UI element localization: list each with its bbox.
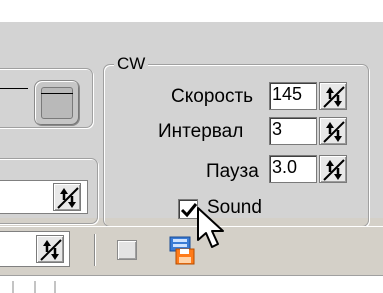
- save-disk-icon[interactable]: [164, 234, 196, 266]
- toolbar-separator: [94, 234, 96, 266]
- left-spinner[interactable]: [53, 183, 81, 211]
- pause-label: Пауза: [206, 161, 259, 182]
- interval-field[interactable]: 3: [269, 117, 317, 145]
- spinner-arrows-icon: [323, 159, 345, 181]
- interval-label: Интервал: [158, 121, 244, 142]
- top-strip: [0, 0, 383, 22]
- line-style-icon: [41, 93, 73, 94]
- spinner-arrows-icon: [40, 239, 62, 261]
- spinner-arrows-icon: [57, 187, 79, 209]
- cw-group-title: CW: [114, 55, 149, 73]
- toolbar-spinner[interactable]: [36, 235, 64, 263]
- sound-checkbox[interactable]: [178, 199, 198, 219]
- spinner-arrows-icon: [323, 121, 345, 143]
- speed-spinner[interactable]: [319, 82, 347, 110]
- pause-spinner[interactable]: [319, 155, 347, 183]
- spinner-arrows-icon: [323, 86, 345, 108]
- pause-field[interactable]: 3.0: [269, 155, 317, 183]
- line-indicator: [0, 88, 28, 89]
- ruler-ticks: [12, 281, 56, 293]
- speed-label: Скорость: [171, 86, 254, 107]
- mouse-pointer-icon: [197, 207, 224, 248]
- toolbar-toggle-button[interactable]: [117, 240, 137, 260]
- line-style-button-face: [41, 87, 73, 119]
- interval-spinner[interactable]: [319, 117, 347, 145]
- speed-field[interactable]: 145: [269, 82, 317, 110]
